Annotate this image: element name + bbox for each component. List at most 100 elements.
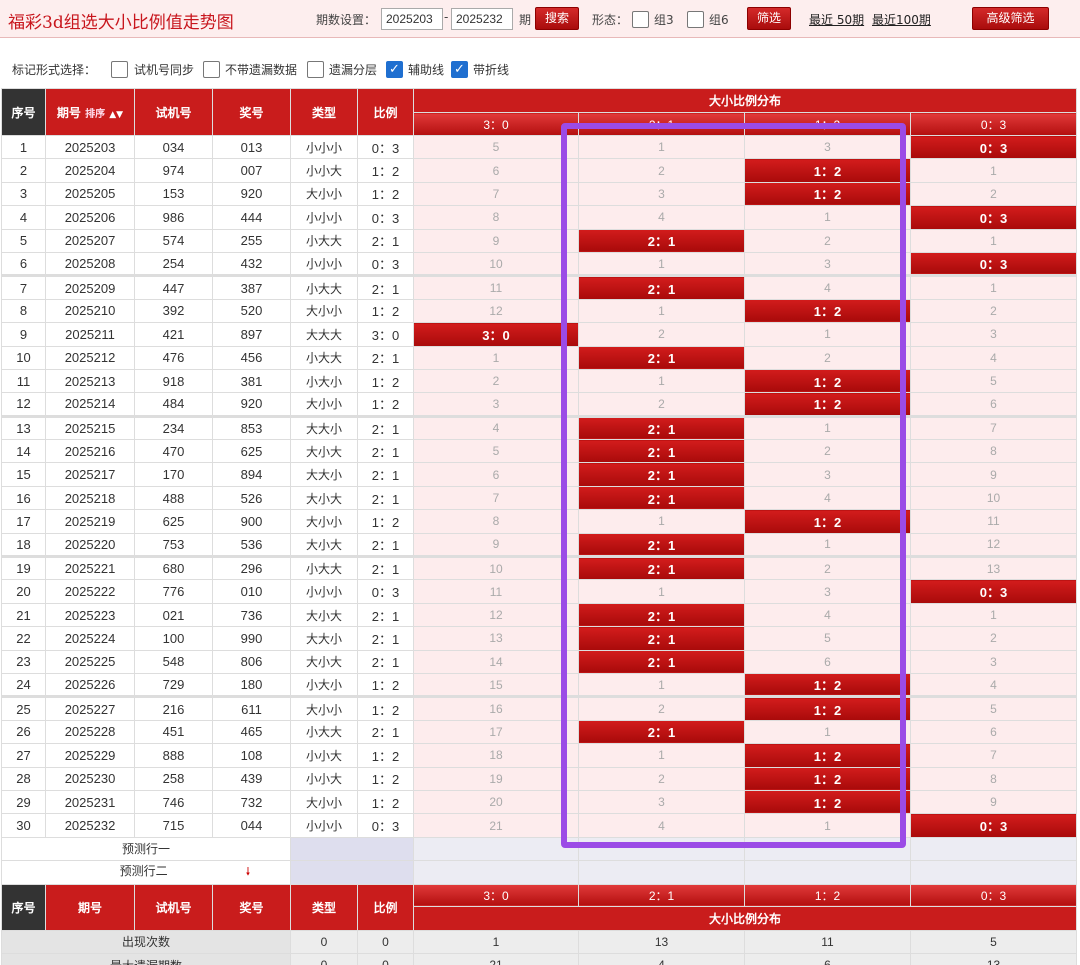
row-seq: 4 bbox=[1, 205, 46, 230]
sort-arrows-icon[interactable]: ▲▼ bbox=[109, 110, 123, 120]
predict-cell[interactable] bbox=[578, 836, 745, 862]
row-seq: 9 bbox=[1, 322, 46, 347]
mark-options-bar: 标记形式选择： 试机号同步 不带遗漏数据 遗漏分层 ✓ 辅助线 ✓ 带折线 bbox=[0, 54, 1080, 84]
row-seq: 11 bbox=[1, 368, 46, 394]
dist-hit-cell: 0：3 bbox=[910, 251, 1077, 277]
group6-checkbox[interactable] bbox=[687, 11, 704, 28]
page-title: 福彩3d组选大小比例值走势图 bbox=[8, 13, 234, 33]
predict-cell[interactable] bbox=[290, 860, 414, 885]
dist-miss-cell: 4 bbox=[910, 345, 1077, 370]
search-button[interactable]: 搜索 bbox=[535, 7, 579, 30]
row-seq: 12 bbox=[1, 392, 46, 417]
stat-value: 0 bbox=[357, 929, 414, 954]
dist-miss-cell: 3 bbox=[910, 649, 1077, 674]
row-test-number: 216 bbox=[134, 695, 213, 721]
row-prize-number: 180 bbox=[212, 672, 291, 698]
predict-cell[interactable] bbox=[413, 860, 579, 885]
predict-cell[interactable] bbox=[578, 860, 745, 885]
predict-cell[interactable] bbox=[413, 836, 579, 862]
row-seq: 2 bbox=[1, 158, 46, 183]
row-test-number: 729 bbox=[134, 672, 213, 698]
dist-miss-cell: 14 bbox=[413, 649, 579, 674]
period-to-input[interactable] bbox=[451, 8, 513, 30]
table-row: 30 2025232 715 044 小小小 0：3 21 4 1 0：3 bbox=[1, 813, 1077, 838]
row-ratio: 0：3 bbox=[357, 205, 414, 230]
stat-value: 5 bbox=[910, 929, 1077, 954]
row-seq: 1 bbox=[1, 134, 46, 160]
row-type: 大大小 bbox=[290, 462, 358, 487]
predict-cell[interactable] bbox=[744, 836, 911, 862]
dist-col-footer: 2：1 bbox=[578, 883, 745, 907]
dist-miss-cell: 7 bbox=[413, 181, 579, 207]
row-test-number: 974 bbox=[134, 158, 213, 183]
recent-100-link[interactable]: 最近100期 bbox=[872, 11, 931, 28]
recent-50-link[interactable]: 最近 50期 bbox=[809, 11, 864, 28]
row-seq: 8 bbox=[1, 298, 46, 324]
predict-row-2[interactable]: 预测行二 🠗 bbox=[1, 860, 291, 885]
row-ratio: 1：2 bbox=[357, 695, 414, 721]
group3-checkbox[interactable] bbox=[632, 11, 649, 28]
row-test-number: 548 bbox=[134, 649, 213, 674]
dist-miss-cell: 1 bbox=[578, 743, 745, 768]
dist-hit-cell: 1：2 bbox=[744, 695, 911, 721]
dist-hit-cell: 2：1 bbox=[578, 555, 745, 581]
advanced-filter-button[interactable]: 高级筛选 bbox=[972, 7, 1049, 30]
dist-miss-cell: 5 bbox=[413, 439, 579, 464]
table-row: 22 2025224 100 990 大大小 2：1 13 2：1 5 2 bbox=[1, 626, 1077, 651]
dist-miss-cell: 2 bbox=[578, 695, 745, 721]
predict-cell[interactable] bbox=[290, 836, 414, 862]
dist-miss-cell: 6 bbox=[910, 719, 1077, 745]
row-test-number: 421 bbox=[134, 322, 213, 347]
predict-cell[interactable] bbox=[910, 836, 1077, 862]
table-row: 18 2025220 753 536 大小大 2：1 9 2：1 1 12 bbox=[1, 532, 1077, 558]
group3-label: 组3 bbox=[654, 13, 674, 27]
table-row: 12 2025214 484 920 大小小 1：2 3 2 1：2 6 bbox=[1, 392, 1077, 417]
row-type: 小小小 bbox=[290, 134, 358, 160]
dist-hit-cell: 2：1 bbox=[578, 602, 745, 628]
sort-label[interactable]: 排序 bbox=[85, 109, 105, 120]
header-period[interactable]: 期号 排序 ▲▼ bbox=[45, 88, 135, 136]
dist-miss-cell: 1 bbox=[910, 158, 1077, 183]
row-test-number: 034 bbox=[134, 134, 213, 160]
period-from-input[interactable] bbox=[381, 8, 443, 30]
table-row: 15 2025217 170 894 大大小 2：1 6 2：1 3 9 bbox=[1, 462, 1077, 487]
row-seq: 7 bbox=[1, 274, 46, 300]
option-checkbox[interactable] bbox=[307, 61, 324, 78]
dist-miss-cell: 1 bbox=[744, 322, 911, 347]
arrow-down-icon[interactable]: 🠗 bbox=[246, 865, 251, 878]
row-seq: 19 bbox=[1, 555, 46, 581]
dist-miss-cell: 9 bbox=[413, 532, 579, 558]
dist-miss-cell: 13 bbox=[910, 555, 1077, 581]
dist-miss-cell: 1 bbox=[578, 368, 745, 394]
row-prize-number: 255 bbox=[212, 228, 291, 253]
stat-label: 出现次数 bbox=[1, 929, 291, 954]
row-type: 小小小 bbox=[290, 813, 358, 838]
row-seq: 24 bbox=[1, 672, 46, 698]
dist-miss-cell: 8 bbox=[910, 766, 1077, 791]
dist-miss-cell: 4 bbox=[578, 205, 745, 230]
option-checkbox[interactable] bbox=[203, 61, 220, 78]
row-period: 2025224 bbox=[45, 626, 135, 651]
dist-miss-cell: 5 bbox=[910, 368, 1077, 394]
check-icon[interactable]: ✓ bbox=[451, 61, 468, 78]
table-row: 1 2025203 034 013 小小小 0：3 5 1 3 0：3 bbox=[1, 134, 1077, 160]
row-period: 2025208 bbox=[45, 251, 135, 277]
dist-miss-cell: 16 bbox=[413, 695, 579, 721]
check-icon[interactable]: ✓ bbox=[386, 61, 403, 78]
dist-miss-cell: 15 bbox=[413, 672, 579, 698]
predict-cell[interactable] bbox=[910, 860, 1077, 885]
option-checkbox[interactable] bbox=[111, 61, 128, 78]
header-distribution: 大小比例分布 bbox=[413, 87, 1077, 114]
row-type: 大小小 bbox=[290, 695, 358, 721]
stat-value: 0 bbox=[357, 952, 414, 965]
footer-prize: 奖号 bbox=[212, 883, 291, 931]
filter-button[interactable]: 筛选 bbox=[747, 7, 791, 30]
row-seq: 3 bbox=[1, 181, 46, 207]
row-type: 大大大 bbox=[290, 322, 358, 347]
predict-cell[interactable] bbox=[744, 860, 911, 885]
predict-row-1[interactable]: 预测行一 bbox=[1, 836, 291, 862]
row-ratio: 2：1 bbox=[357, 414, 414, 441]
option-label: 不带遗漏数据 bbox=[225, 63, 298, 77]
footer-seq: 序号 bbox=[1, 883, 46, 931]
row-seq: 14 bbox=[1, 439, 46, 464]
